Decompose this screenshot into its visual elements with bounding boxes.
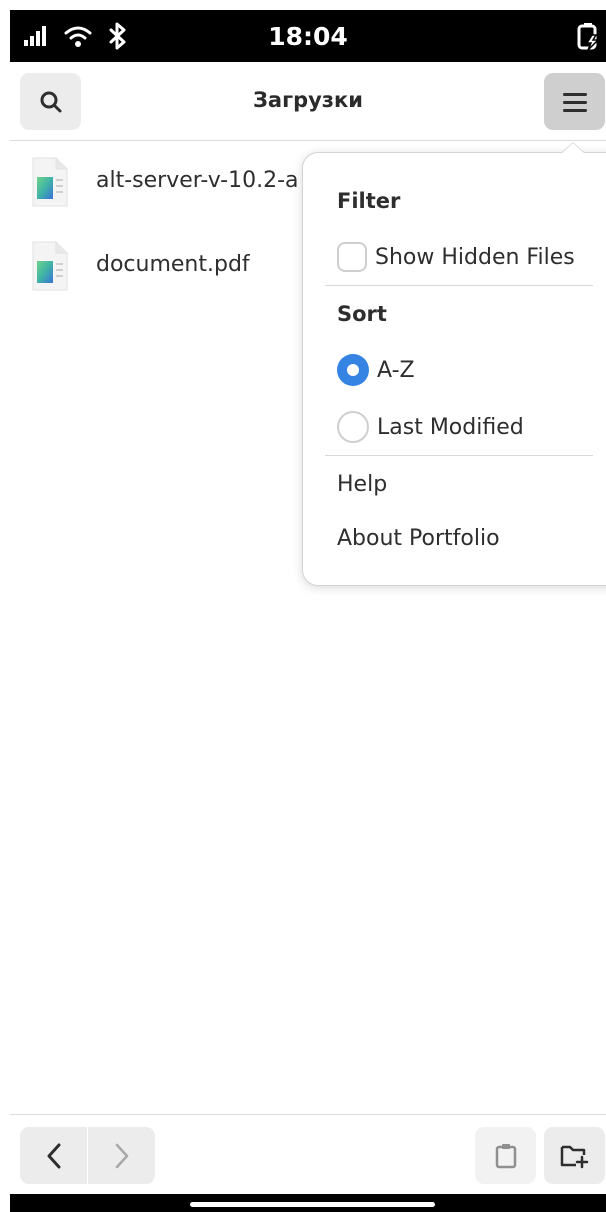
help-menu-item[interactable]: Help	[337, 464, 387, 504]
divider	[325, 455, 593, 456]
show-hidden-files-label: Show Hidden Files	[375, 244, 575, 270]
back-button[interactable]	[20, 1127, 88, 1184]
about-menu-item[interactable]: About Portfolio	[337, 518, 500, 558]
chevron-right-icon	[115, 1143, 128, 1168]
sort-heading: Sort	[337, 302, 387, 326]
popover-arrow-fill	[562, 143, 584, 153]
page-title: Загрузки	[253, 88, 363, 112]
navigation-group	[20, 1127, 155, 1184]
status-bar: 18:04	[10, 10, 606, 62]
battery-charging-icon	[577, 23, 600, 51]
checkbox[interactable]	[337, 242, 367, 272]
sort-option-a-z[interactable]: A-Z	[337, 350, 415, 390]
file-name: alt-server-v-10.2-a	[96, 168, 299, 193]
file-icon	[32, 157, 68, 207]
file-name: document.pdf	[96, 252, 250, 277]
file-icon	[32, 241, 68, 291]
home-indicator[interactable]	[190, 1202, 435, 1207]
sort-option-last-modified[interactable]: Last Modified	[337, 407, 524, 447]
home-indicator-bar	[10, 1194, 606, 1212]
chevron-left-icon	[47, 1143, 60, 1168]
about-label: About Portfolio	[337, 525, 500, 551]
folder-new-icon	[560, 1145, 588, 1168]
new-folder-button[interactable]	[544, 1127, 605, 1184]
bottom-toolbar	[10, 1114, 606, 1195]
show-hidden-files-toggle[interactable]: Show Hidden Files	[337, 237, 575, 277]
radio-button[interactable]	[337, 411, 369, 443]
clipboard-button[interactable]	[475, 1127, 536, 1184]
sort-option-label: A-Z	[377, 357, 415, 383]
divider	[325, 285, 593, 286]
main-menu-button[interactable]	[544, 73, 605, 130]
main-menu-popover: Filter Show Hidden Files Sort A-Z Last M…	[302, 152, 606, 586]
help-label: Help	[337, 471, 388, 497]
clock: 18:04	[268, 22, 348, 51]
sort-option-label: Last Modified	[377, 414, 524, 440]
radio-button-selected[interactable]	[337, 354, 369, 386]
hamburger-menu-icon	[562, 92, 587, 112]
clipboard-icon	[495, 1143, 516, 1168]
filter-heading: Filter	[337, 189, 401, 213]
header-bar: Загрузки	[10, 62, 606, 141]
forward-button[interactable]	[88, 1127, 155, 1184]
